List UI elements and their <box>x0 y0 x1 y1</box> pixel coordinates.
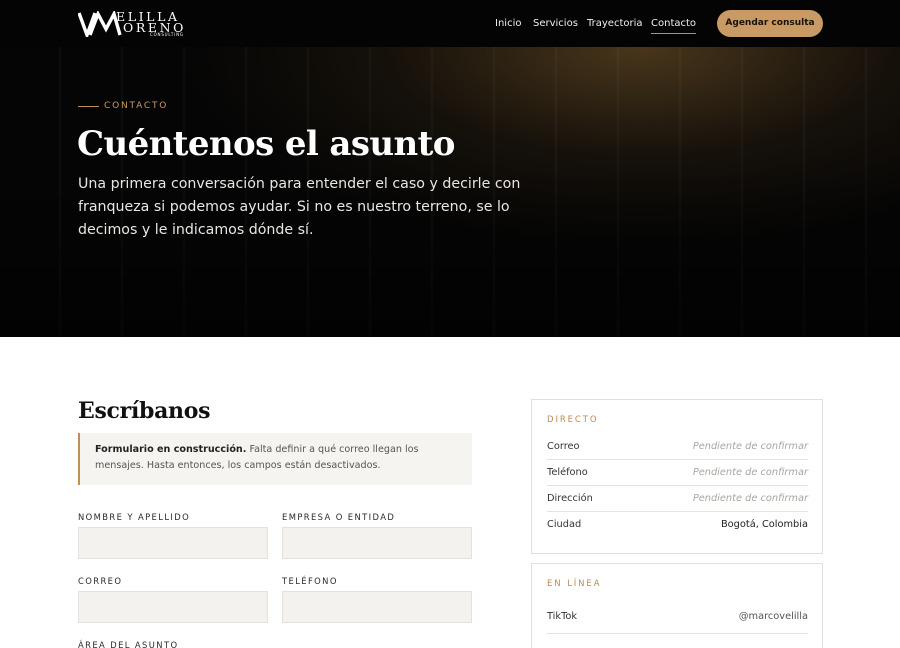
email-field-label: CORREO <box>78 576 123 586</box>
hero-description: Una primera conversación para entender e… <box>78 176 521 238</box>
direct-card-title: DIRECTO <box>547 415 599 425</box>
row-key: TikTok <box>547 611 578 622</box>
phone-field-label: TELÉFONO <box>282 576 338 586</box>
row-value: Pendiente de confirmar <box>692 493 808 504</box>
site-header: ELILLA ORENO CONSULTING Inicio Servicios… <box>0 0 900 47</box>
direct-row-address: Dirección Pendiente de confirmar <box>547 486 808 512</box>
area-field-label: ÁREA DEL ASUNTO <box>78 640 179 648</box>
direct-row-email: Correo Pendiente de confirmar <box>547 434 808 460</box>
direct-row-city: Ciudad Bogotá, Colombia <box>547 512 808 538</box>
row-key: Teléfono <box>547 467 588 478</box>
company-field[interactable] <box>282 527 472 559</box>
email-field[interactable] <box>78 591 268 623</box>
notice-heading: Formulario en construcción. <box>95 444 247 455</box>
eyebrow-divider <box>78 106 99 107</box>
form-title: Escríbanos <box>78 398 211 424</box>
hero-section: CONTACTO Cuéntenos el asunto Una primera… <box>0 47 900 337</box>
company-field-label: EMPRESA O ENTIDAD <box>282 512 396 522</box>
brand-logo[interactable]: ELILLA ORENO CONSULTING <box>78 10 194 37</box>
row-value: Bogotá, Colombia <box>720 519 808 530</box>
direct-row-phone: Teléfono Pendiente de confirmar <box>547 460 808 486</box>
row-key: Dirección <box>547 493 593 504</box>
nav-item-servicios[interactable]: Servicios <box>533 16 578 32</box>
row-key: Correo <box>547 441 580 452</box>
nav-item-inicio[interactable]: Inicio <box>495 16 521 32</box>
row-value: Pendiente de confirmar <box>692 467 808 478</box>
row-key: Ciudad <box>547 519 582 530</box>
form-notice: Formulario en construcción. Falta defini… <box>78 433 472 485</box>
hero-eyebrow: CONTACTO <box>104 101 169 111</box>
name-field[interactable] <box>78 527 268 559</box>
phone-field[interactable] <box>282 591 472 623</box>
name-field-label: NOMBRE Y APELLIDO <box>78 512 191 522</box>
online-row-tiktok[interactable]: TikTok @marcovelilla <box>547 603 808 634</box>
page-title: Cuéntenos el asunto <box>77 124 455 164</box>
tiktok-handle-link[interactable]: @marcovelilla <box>739 610 808 623</box>
row-value: Pendiente de confirmar <box>692 441 808 452</box>
nav-item-trayectoria[interactable]: Trayectoria <box>587 16 643 32</box>
online-card-title: EN LÍNEA <box>547 579 602 589</box>
direct-contact-card: DIRECTO Correo Pendiente de confirmar Te… <box>531 399 823 554</box>
schedule-consultation-button[interactable]: Agendar consulta <box>717 10 823 37</box>
logo-tagline: CONSULTING <box>150 32 184 37</box>
nav-item-contacto[interactable]: Contacto <box>651 16 697 34</box>
online-card: EN LÍNEA TikTok @marcovelilla <box>531 563 823 648</box>
